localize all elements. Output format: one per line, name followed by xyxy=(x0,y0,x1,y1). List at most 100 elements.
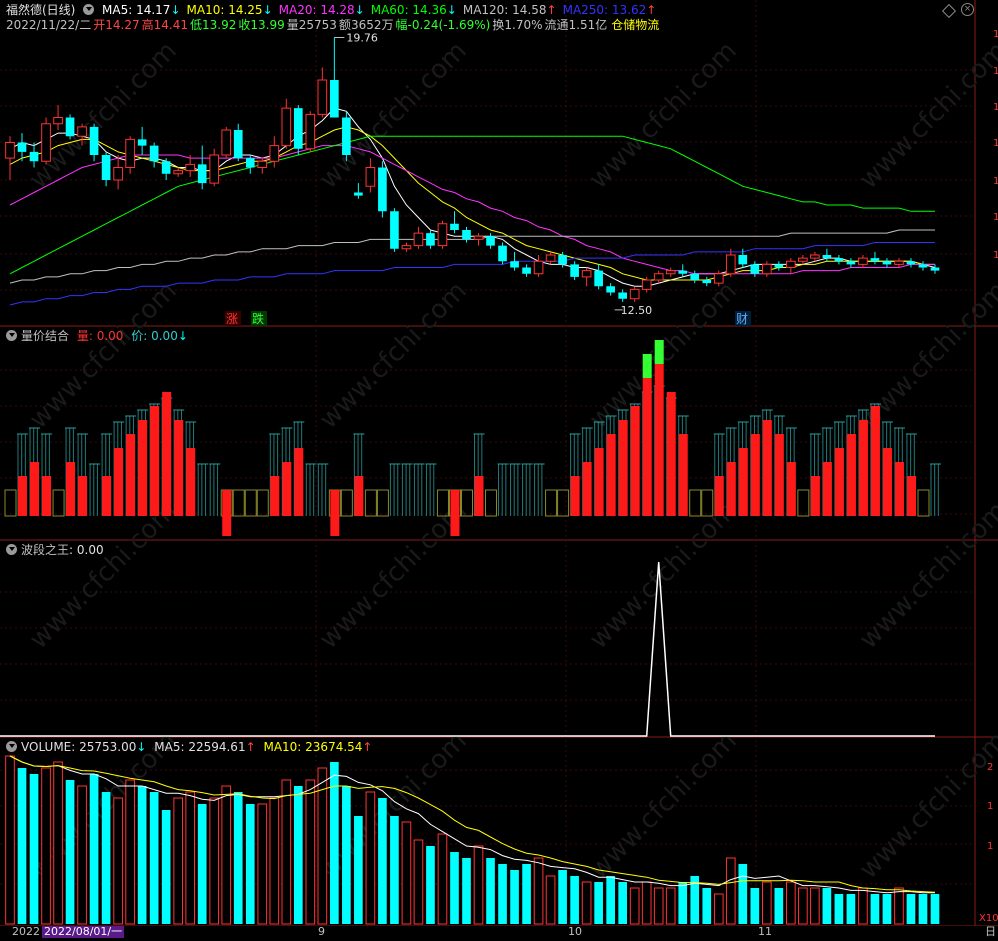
volume-bar xyxy=(185,791,196,925)
candle-body xyxy=(342,117,351,155)
chart-window: 1 1 1 1 1 1 1 2 1 1 X10 www.cfchi.com www.cfchi.com w… xyxy=(0,0,998,938)
indicator1-box xyxy=(4,489,17,517)
volume-bar xyxy=(245,804,255,924)
volume-bar xyxy=(5,755,15,925)
ma-legend-item: MA120: 14.58 xyxy=(462,3,547,17)
watermark-text: www.cfchi.com xyxy=(584,726,743,885)
sector-link[interactable]: 仓储物流 xyxy=(611,18,659,32)
ma-line-ma10 xyxy=(9,126,935,281)
indicator1-bar xyxy=(150,406,160,516)
indicator1-box xyxy=(232,489,245,517)
indicator2-name[interactable]: 波段之王 xyxy=(21,543,69,557)
candle-body xyxy=(810,254,820,259)
indicator1-name[interactable]: 量价结合 xyxy=(21,329,69,343)
indicator1-box xyxy=(256,489,269,517)
indicator1-box xyxy=(797,489,810,517)
candle-body xyxy=(713,273,724,284)
watermark-text: www.cfchi.com xyxy=(314,276,473,435)
candle-body xyxy=(185,163,196,172)
volume-bar xyxy=(342,786,351,924)
candle-body xyxy=(581,270,592,278)
indicator1-bar xyxy=(30,462,40,516)
ma-menu-icon[interactable] xyxy=(83,4,95,15)
indicator1-bar xyxy=(906,476,916,516)
indicator1-bar xyxy=(594,448,604,516)
indicator1-bar-neg xyxy=(450,490,460,536)
amount-label: 额 xyxy=(338,18,351,32)
high-label: 高 xyxy=(141,18,154,32)
candle-body xyxy=(450,223,459,230)
close-label: 收 xyxy=(238,18,251,32)
indicator1-menu-icon[interactable] xyxy=(6,330,17,341)
candle-body xyxy=(774,264,784,268)
indicator1-bar xyxy=(726,462,736,516)
indicator2-menu-icon[interactable] xyxy=(6,544,17,555)
volume-axis-label: 1 xyxy=(987,841,993,852)
volume-bar xyxy=(305,779,316,925)
volume-bar xyxy=(401,821,412,925)
volume-bar xyxy=(450,852,459,924)
indicator1-price: 价: 0.00 xyxy=(131,329,178,343)
volume-bar xyxy=(725,857,736,925)
volume-bar xyxy=(581,881,592,925)
volume-bar xyxy=(473,845,484,925)
indicator1-box xyxy=(557,489,570,517)
candle-body xyxy=(245,158,255,168)
month-label-10: 10 xyxy=(568,925,582,938)
volume-bar xyxy=(257,803,268,925)
ma-line-ma20 xyxy=(9,145,935,275)
volume-menu-icon[interactable] xyxy=(6,741,17,752)
volume-bar xyxy=(498,864,507,924)
candle-body xyxy=(473,235,484,240)
price-axis-label: 1 xyxy=(993,176,998,187)
candle-body xyxy=(426,233,435,246)
ma-legend-arrow: ↓ xyxy=(170,3,181,17)
ma-legend-arrow: ↑ xyxy=(646,3,657,17)
watermark-text: www.cfchi.com xyxy=(854,496,998,655)
indicator1-bar xyxy=(654,364,664,516)
price-axis-label: 1 xyxy=(993,250,998,261)
indicator1-box xyxy=(376,489,389,517)
volume-label: 量 xyxy=(286,18,299,32)
volume-bar xyxy=(17,768,27,924)
candle-body xyxy=(606,286,615,293)
volume-bar xyxy=(113,797,123,925)
max-price-label: 19.76 xyxy=(346,32,378,45)
indicator1-bar xyxy=(42,476,52,516)
chart-canvas[interactable]: 1111111211X10www.cfchi.com www.cfchi.com w… xyxy=(0,0,998,938)
candle-body xyxy=(221,129,232,156)
indicator1-bar xyxy=(282,462,292,516)
indicator1-bar xyxy=(846,434,856,516)
period-corner[interactable]: 日 xyxy=(985,926,996,938)
indicator1-box xyxy=(917,489,930,517)
volume-ma10-arrow: ↑ xyxy=(362,740,373,754)
stock-title[interactable]: 福然德(日线) xyxy=(6,3,75,17)
indicator1-bar xyxy=(186,448,196,516)
turnover-label: 换 xyxy=(492,18,505,32)
candle-body xyxy=(918,264,928,268)
candle-body xyxy=(678,270,688,274)
indicator1-bar xyxy=(570,476,580,516)
ma-legend-arrow: ↓ xyxy=(446,3,457,17)
volume-name[interactable]: VOLUME: 25753.00 xyxy=(21,740,136,754)
indicator1-bar xyxy=(354,476,364,516)
candle-body xyxy=(378,167,387,212)
volume-bar xyxy=(426,846,435,924)
volume-bar xyxy=(798,887,808,925)
candle-body xyxy=(725,254,736,275)
indicator1-bar xyxy=(606,434,616,516)
candle-body xyxy=(798,257,808,262)
candle-body xyxy=(209,154,220,184)
volume-bar xyxy=(810,887,820,925)
candle-body xyxy=(522,267,531,274)
candle-body xyxy=(498,245,507,262)
indicator1-bar xyxy=(618,420,628,516)
ma-legend: MA5: 14.17↓ MA10: 14.25↓ MA20: 14.28↓ MA60:… xyxy=(102,3,662,17)
volume-bar xyxy=(209,797,220,925)
ma-legend-item: MA10: 14.25 xyxy=(186,3,263,17)
volume-name-arrow: ↓ xyxy=(136,740,147,754)
volume-bar xyxy=(750,888,760,924)
volume-bar xyxy=(149,792,159,924)
volume-bar xyxy=(533,857,544,925)
close-circle-icon[interactable]: × xyxy=(961,3,974,16)
